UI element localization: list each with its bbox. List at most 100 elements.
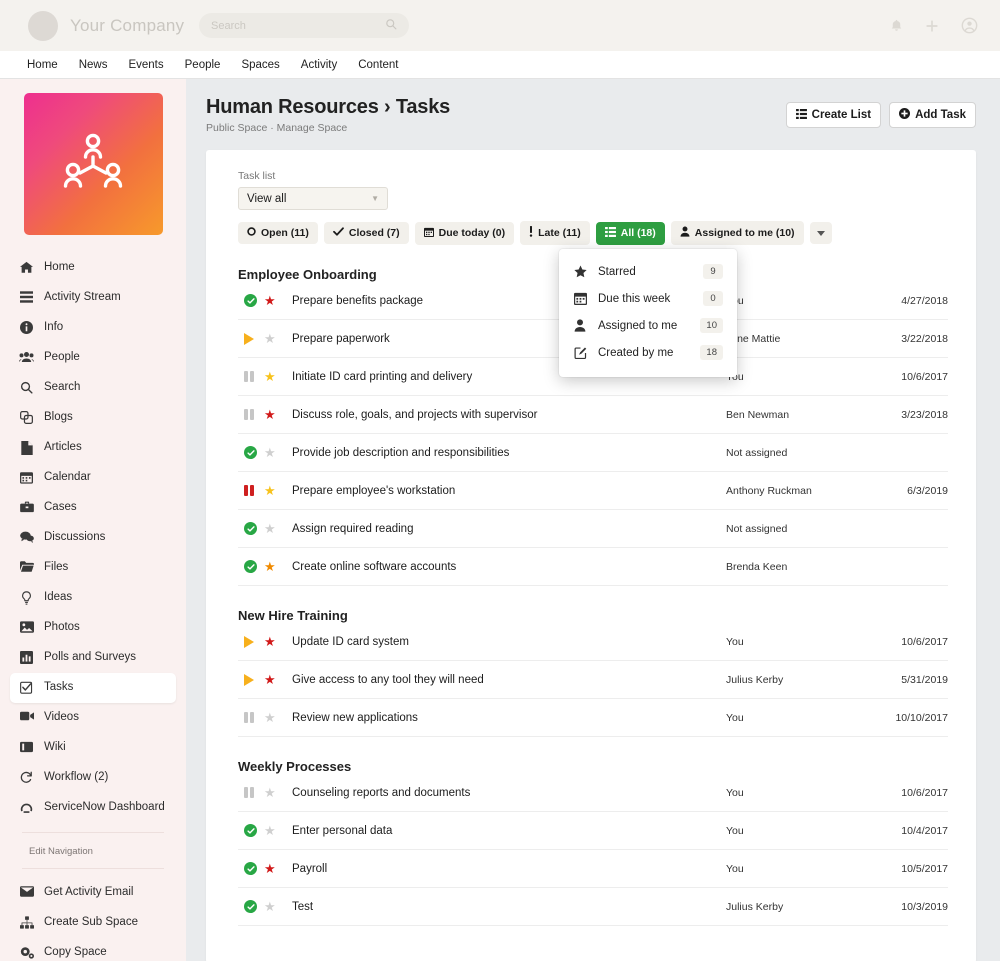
sidebar-item-servicenow-dashboard[interactable]: ServiceNow Dashboard [10,793,176,823]
sidebar-item-calendar[interactable]: Calendar [10,463,176,493]
table-row[interactable]: ★Enter personal dataYou10/4/2017 [238,812,948,850]
table-row[interactable]: ★ Provide job description and responsibil… [238,434,948,472]
task-name[interactable]: Counseling reports and documents [292,787,726,799]
star-icon[interactable]: ★ [264,673,276,686]
plus-icon[interactable] [925,19,939,33]
task-name[interactable]: Give access to any tool they will need [292,674,726,686]
nav-item-home[interactable]: Home [27,59,58,71]
filter-due-today[interactable]: Due today (0) [415,222,515,245]
status-on-hold-icon[interactable] [244,787,254,798]
star-icon[interactable]: ★ [264,294,276,307]
task-star-toggle[interactable]: ★ [264,635,292,648]
star-icon[interactable]: ★ [264,862,276,875]
task-name[interactable]: Assign required reading [292,523,726,535]
status-in-progress-icon[interactable] [244,333,254,345]
sidebar-item-tasks[interactable]: Tasks [10,673,176,703]
bell-icon[interactable] [890,19,903,33]
global-search[interactable]: Search [199,13,409,38]
status-on-hold-icon[interactable] [244,409,254,420]
task-star-toggle[interactable]: ★ [264,560,292,573]
task-star-toggle[interactable]: ★ [264,484,292,497]
task-name[interactable]: Payroll [292,863,726,875]
table-row[interactable]: ★Give access to any tool they will needJ… [238,661,948,699]
task-name[interactable]: Create online software accounts [292,561,726,573]
sidebar-item-discussions[interactable]: Discussions [10,523,176,553]
task-status[interactable] [238,674,264,686]
sidebar-item-workflow[interactable]: Workflow (2) [10,763,176,793]
task-star-toggle[interactable]: ★ [264,862,292,875]
star-icon[interactable]: ★ [264,332,276,345]
task-star-toggle[interactable]: ★ [264,824,292,837]
star-icon[interactable]: ★ [264,446,276,459]
status-complete-icon[interactable] [244,862,257,875]
status-complete-icon[interactable] [244,824,257,837]
task-status[interactable] [238,824,264,837]
task-status[interactable] [238,485,264,496]
table-row[interactable]: ★Discuss role, goals, and projects with … [238,396,948,434]
task-name[interactable]: Test [292,901,726,913]
brand[interactable]: Your Company [28,11,184,41]
table-row[interactable]: ★Review new applicationsYou10/10/2017 [238,699,948,737]
task-name[interactable]: Update ID card system [292,636,726,648]
table-row[interactable]: ★Assign required readingNot assigned [238,510,948,548]
status-complete-icon[interactable] [244,900,257,913]
task-status[interactable] [238,446,264,459]
task-star-toggle[interactable]: ★ [264,332,292,345]
star-icon[interactable]: ★ [264,522,276,535]
dropdown-item-created-by-me[interactable]: Created by me 18 [559,339,737,366]
status-complete-icon[interactable] [244,560,257,573]
star-icon[interactable]: ★ [264,711,276,724]
task-star-toggle[interactable]: ★ [264,522,292,535]
task-status[interactable] [238,862,264,875]
sidebar-item-cases[interactable]: Cases [10,493,176,523]
status-complete-icon[interactable] [244,294,257,307]
sidebar-item-photos[interactable]: Photos [10,613,176,643]
task-star-toggle[interactable]: ★ [264,673,292,686]
filter-more-button[interactable] [810,222,832,244]
star-icon[interactable]: ★ [264,824,276,837]
status-complete-icon[interactable] [244,446,257,459]
task-status[interactable] [238,787,264,798]
table-row[interactable]: ★Counseling reports and documentsYou10/6… [238,774,948,812]
sidebar-item-get-activity-email[interactable]: Get Activity Email [10,878,176,908]
nav-item-activity[interactable]: Activity [301,59,337,71]
nav-item-news[interactable]: News [79,59,108,71]
task-name[interactable]: Prepare employee's workstation [292,485,726,497]
sidebar-item-people[interactable]: People [10,343,176,373]
sidebar-item-copy-space[interactable]: Copy Space [10,938,176,961]
status-complete-icon[interactable] [244,522,257,535]
sidebar-item-info[interactable]: Info [10,313,176,343]
search-input[interactable]: Search [211,20,385,32]
task-status[interactable] [238,371,264,382]
table-row[interactable]: ★TestJulius Kerby10/3/2019 [238,888,948,926]
table-row[interactable]: ★Prepare employee's workstationAnthony R… [238,472,948,510]
filter-open[interactable]: Open (11) [238,222,318,244]
user-avatar-icon[interactable] [961,17,978,34]
table-row[interactable]: ★Update ID card systemYou10/6/2017 [238,623,948,661]
star-icon[interactable]: ★ [264,484,276,497]
task-star-toggle[interactable]: ★ [264,294,292,307]
sidebar-item-ideas[interactable]: Ideas [10,583,176,613]
sidebar-item-polls-and-surveys[interactable]: Polls and Surveys [10,643,176,673]
star-icon[interactable]: ★ [264,560,276,573]
nav-item-people[interactable]: People [185,59,221,71]
task-name[interactable]: Review new applications [292,712,726,724]
filter-all[interactable]: All (18) [596,222,665,245]
task-status[interactable] [238,560,264,573]
star-icon[interactable]: ★ [264,635,276,648]
task-status[interactable] [238,712,264,723]
task-name[interactable]: Provide job description and responsibili… [292,447,726,459]
task-star-toggle[interactable]: ★ [264,711,292,724]
sidebar-item-articles[interactable]: Articles [10,433,176,463]
status-in-progress-icon[interactable] [244,636,254,648]
task-status[interactable] [238,900,264,913]
task-status[interactable] [238,409,264,420]
filter-late[interactable]: Late (11) [520,221,590,245]
task-star-toggle[interactable]: ★ [264,786,292,799]
status-blocked-icon[interactable] [244,485,254,496]
dropdown-item-due-this-week[interactable]: Due this week 0 [559,285,737,312]
star-icon[interactable]: ★ [264,900,276,913]
create-list-button[interactable]: Create List [786,102,881,128]
task-star-toggle[interactable]: ★ [264,446,292,459]
sidebar-item-wiki[interactable]: Wiki [10,733,176,763]
